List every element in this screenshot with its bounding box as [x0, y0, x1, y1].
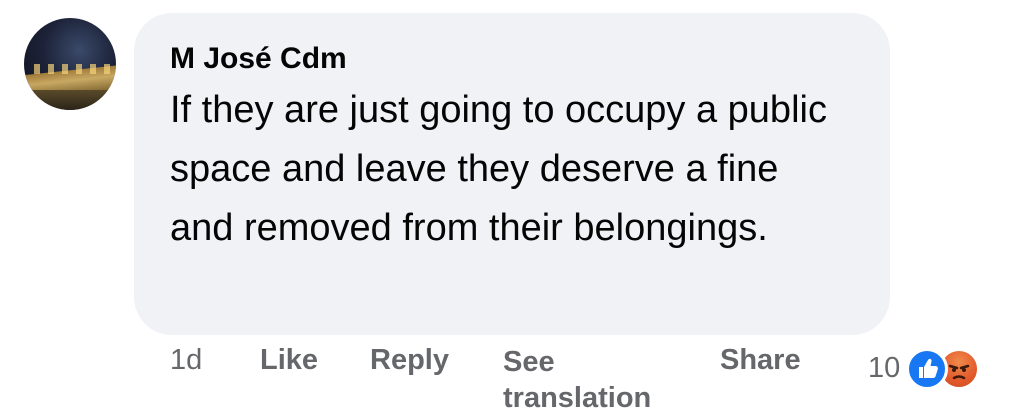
reaction-count: 10 [868, 352, 901, 384]
avatar[interactable] [24, 18, 116, 110]
avatar-image-ground [24, 90, 116, 110]
avatar-image-lights [34, 64, 110, 74]
comment-author[interactable]: M José Cdm [170, 41, 854, 77]
reply-button[interactable]: Reply [370, 344, 449, 376]
comment-timestamp[interactable]: 1d [170, 344, 202, 376]
like-icon [906, 348, 948, 390]
like-button[interactable]: Like [260, 344, 318, 376]
see-translation-label: See translation [503, 346, 652, 414]
comment-bubble: M José Cdm If they are just going to occ… [134, 13, 890, 335]
share-button[interactable]: Share [720, 344, 801, 376]
see-translation-button[interactable]: See translation [503, 344, 683, 416]
like-icon-glyph [919, 358, 938, 378]
comment-text: If they are just going to occupy a publi… [170, 89, 827, 249]
